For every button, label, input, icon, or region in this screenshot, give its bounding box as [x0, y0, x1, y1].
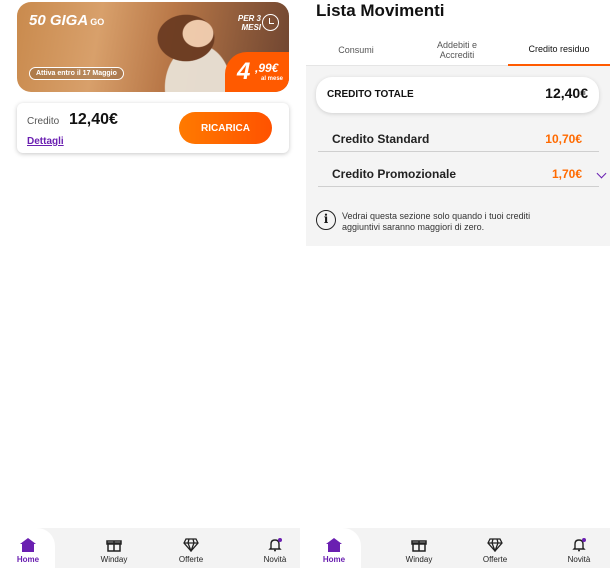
nav-offerte[interactable]: Offerte — [468, 538, 522, 564]
home-icon — [20, 538, 36, 552]
promo-price-decimal: ,99€ — [255, 61, 279, 75]
tab-consumi[interactable]: Consumi — [306, 33, 406, 66]
total-credit-label: CREDITO TOTALE — [327, 89, 414, 100]
nav-home[interactable]: Home — [1, 538, 55, 564]
credit-promo-label: Credito Promozionale — [332, 167, 457, 181]
credit-card: Credito 12,40€ Dettagli RICARICA — [17, 103, 289, 153]
home-icon — [326, 538, 342, 552]
bell-icon — [572, 538, 586, 552]
promo-deadline-badge: Attiva entro il 17 Maggio — [29, 67, 124, 80]
right-screen: Lista Movimenti Consumi Addebiti e Accred… — [306, 0, 610, 568]
promo-price-integer: 4 — [237, 58, 251, 85]
credit-panel: CREDITO TOTALE 12,40€ Credito Standard 1… — [306, 66, 610, 246]
nav-winday[interactable]: Winday — [87, 538, 141, 564]
promo-price-box: 4 ,99€ al mese — [225, 52, 289, 92]
bell-icon — [268, 538, 282, 552]
details-link[interactable]: Dettagli — [27, 136, 64, 147]
bottom-nav: Home Winday Offerte Novità — [0, 528, 300, 568]
promo-giga: 50 GIGA GO — [29, 12, 105, 29]
total-credit-value: 12,40€ — [545, 85, 588, 101]
promo-duration: PER 3 MESI — [237, 14, 261, 32]
credit-promo-value: 1,70€ — [551, 167, 582, 181]
total-credit-card: CREDITO TOTALE 12,40€ — [316, 77, 599, 113]
gift-icon — [411, 540, 427, 552]
left-screen: 50 GIGA GO PER 3 MESI Attiva entro il 17 M… — [0, 0, 300, 568]
tab-bar: Consumi Addebiti e Accrediti Credito resi… — [306, 33, 610, 66]
tab-credito-residuo[interactable]: Credito residuo — [508, 33, 610, 66]
credit-value: 12,40€ — [69, 111, 118, 128]
recharge-button[interactable]: RICARICA — [179, 112, 272, 144]
nav-novita[interactable]: Novità — [552, 538, 606, 564]
credit-standard-label: Credito Standard — [332, 132, 430, 146]
gift-icon — [106, 540, 122, 552]
nav-winday[interactable]: Winday — [392, 538, 446, 564]
tab-addebiti-accrediti[interactable]: Addebiti e Accrediti — [406, 33, 508, 66]
info-icon: i — [316, 210, 336, 230]
nav-offerte[interactable]: Offerte — [164, 538, 218, 564]
clock-icon — [262, 14, 279, 31]
credit-label: Credito — [27, 116, 60, 127]
promo-banner[interactable]: 50 GIGA GO PER 3 MESI Attiva entro il 17 M… — [17, 2, 289, 92]
info-text: Vedrai questa sezione solo quando i tuoi… — [342, 211, 531, 232]
nav-novita[interactable]: Novità — [248, 538, 302, 564]
nav-home[interactable]: Home — [307, 538, 361, 564]
credit-standard-value: 10,70€ — [545, 132, 582, 146]
diamond-icon — [183, 538, 199, 552]
bottom-nav: Home Winday Offerte Novità — [306, 528, 610, 568]
credit-promo-row[interactable]: Credito Promozionale 1,70€ — [318, 161, 607, 187]
promo-price-period: al mese — [261, 76, 284, 82]
diamond-icon — [487, 538, 503, 552]
page-title: Lista Movimenti — [316, 1, 445, 20]
chevron-down-icon[interactable] — [596, 168, 607, 179]
credit-standard-row: Credito Standard 10,70€ — [318, 126, 599, 152]
